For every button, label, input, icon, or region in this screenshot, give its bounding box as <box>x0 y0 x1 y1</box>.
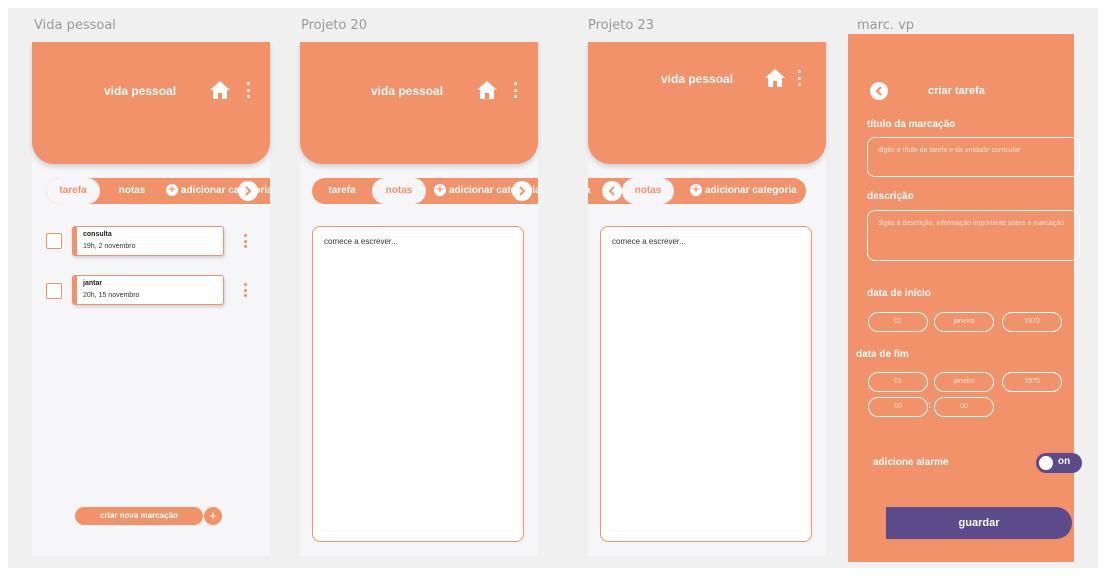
frame-title: Projeto 20 <box>301 18 367 33</box>
description-placeholder: digita a descrição, informação important… <box>878 220 1064 227</box>
chevron-right-icon <box>245 186 252 196</box>
title-label: título da marcação <box>867 119 956 130</box>
frame-title: Projeto 23 <box>588 18 654 33</box>
task-date: 19h, 2 novembro <box>83 243 136 250</box>
task-options-icon[interactable] <box>243 234 247 248</box>
notes-editor[interactable]: comece a escrever... <box>600 226 812 542</box>
add-icon[interactable]: + <box>204 507 222 525</box>
home-icon[interactable] <box>764 68 786 88</box>
start-date-label: data de início <box>867 288 931 299</box>
task-card[interactable]: consulta 19h, 2 novembro <box>72 226 224 256</box>
home-icon[interactable] <box>209 80 231 100</box>
start-month-select[interactable]: janeiro <box>934 312 994 332</box>
more-options-icon[interactable] <box>246 82 250 98</box>
frame-title: Vida pessoal <box>34 18 116 33</box>
task-checkbox[interactable] <box>46 283 62 299</box>
header-title: vida pessoal <box>661 72 734 86</box>
app-header: vida pessoal <box>588 42 826 164</box>
alarm-label: adicione alarme <box>873 457 949 468</box>
toggle-knob <box>1039 456 1053 470</box>
notes-editor[interactable]: comece a escrever... <box>312 226 524 542</box>
end-minute-select[interactable]: 00 <box>934 397 994 417</box>
back-button[interactable] <box>870 82 888 100</box>
save-button[interactable]: guardar <box>886 507 1072 539</box>
add-category-button[interactable]: + adicionar categoria <box>690 178 797 204</box>
more-options-icon[interactable] <box>797 70 801 86</box>
frame-title: marc. vp <box>857 18 915 33</box>
app-header: vida pessoal <box>300 42 538 164</box>
task-date: 20h, 15 novembro <box>83 292 140 299</box>
category-tabs: tarefa notas +adicionar categoria <box>46 178 270 204</box>
add-category-label: adicionar categoria <box>705 185 797 196</box>
form-title: criar tarefa <box>928 85 985 97</box>
app-header: vida pessoal <box>32 42 270 164</box>
screen-notes: vida pessoal tarefa notas + adicionar cat… <box>300 42 538 556</box>
tab-tarefa[interactable]: tarefa <box>588 178 602 204</box>
start-day-select[interactable]: 01 <box>868 312 928 332</box>
screen-tasks: vida pessoal tarefa notas + adicionar cat… <box>32 42 270 556</box>
create-task-button[interactable]: criar nova marcação <box>75 507 203 525</box>
tab-tarefa[interactable]: tarefa <box>314 178 370 204</box>
plus-icon: + <box>166 184 178 197</box>
task-title: jantar <box>83 280 103 287</box>
description-input[interactable]: digita a descrição, informação important… <box>867 210 1080 261</box>
plus-icon: + <box>434 184 446 197</box>
notes-placeholder: comece a escrever... <box>612 237 686 246</box>
tab-notas[interactable]: notas <box>622 178 674 204</box>
end-day-select[interactable]: 01 <box>868 372 928 392</box>
time-separator: : <box>928 400 932 411</box>
end-hour-select[interactable]: 00 <box>868 397 928 417</box>
scroll-right-button[interactable] <box>238 181 258 201</box>
toggle-state: on <box>1058 456 1071 467</box>
screen-create-task: criar tarefa título da marcação digite o… <box>848 34 1082 562</box>
end-month-select[interactable]: janeiro <box>934 372 994 392</box>
task-options-icon[interactable] <box>243 283 247 297</box>
start-year-select[interactable]: 1970 <box>1002 312 1062 332</box>
plus-icon: + <box>690 184 702 197</box>
chevron-right-icon <box>519 186 526 196</box>
end-date-label: data de fim <box>856 349 909 360</box>
scroll-right-button[interactable] <box>512 181 532 201</box>
chevron-left-icon <box>608 186 615 196</box>
more-options-icon[interactable] <box>513 82 517 98</box>
task-checkbox[interactable] <box>46 233 62 249</box>
tab-tarefa[interactable]: tarefa <box>46 178 100 204</box>
header-title: vida pessoal <box>104 84 177 98</box>
title-placeholder: digite o título da tarefa e da unidade c… <box>878 147 1021 154</box>
tab-notas[interactable]: notas <box>106 178 158 204</box>
category-tabs: tarefa notas +adicionar categoria <box>312 178 538 204</box>
end-year-select[interactable]: 1970 <box>1002 372 1062 392</box>
title-input[interactable]: digite o título da tarefa e da unidade c… <box>867 137 1080 177</box>
tab-notas[interactable]: notas <box>372 178 426 204</box>
alarm-toggle[interactable]: on <box>1036 453 1082 473</box>
task-title: consulta <box>83 231 112 238</box>
header-title: vida pessoal <box>371 84 444 98</box>
notes-placeholder: comece a escrever... <box>324 237 398 246</box>
description-label: descrição <box>867 191 914 202</box>
home-icon[interactable] <box>476 80 498 100</box>
chevron-left-icon <box>875 86 882 96</box>
scroll-left-button[interactable] <box>602 181 622 201</box>
screen-notes-scrolled: vida pessoal tarefa notas +adicionar cat… <box>588 42 826 556</box>
task-card[interactable]: jantar 20h, 15 novembro <box>72 275 224 305</box>
